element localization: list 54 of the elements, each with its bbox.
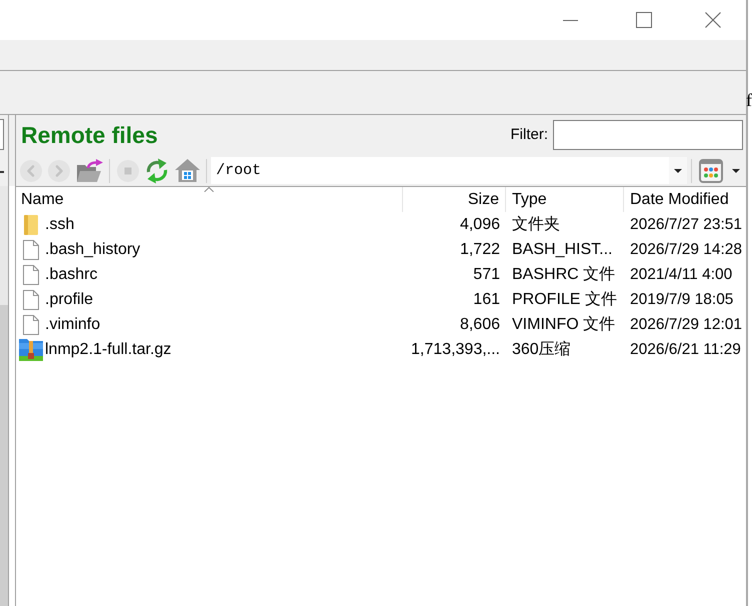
caret-icon xyxy=(732,168,740,172)
file-name[interactable]: .profile xyxy=(45,290,94,308)
refresh-icon xyxy=(144,158,170,184)
folder-arrow-icon xyxy=(76,158,102,182)
pane-title: Remote files xyxy=(21,122,158,148)
forward-icon xyxy=(48,160,70,182)
file-icon xyxy=(23,240,39,260)
column-header[interactable]: Type xyxy=(506,187,624,212)
folder-icon xyxy=(24,214,38,234)
file-name[interactable]: .ssh xyxy=(45,216,74,234)
column-header[interactable]: Name xyxy=(16,187,403,212)
date-modified: 2026/7/29 12:01 xyxy=(630,316,742,334)
file-icon xyxy=(23,314,39,334)
file-size: 1,722 xyxy=(460,240,500,258)
file-icon xyxy=(23,264,39,284)
file-name[interactable]: .bashrc xyxy=(45,266,98,284)
stop-icon xyxy=(117,160,139,182)
caret-icon xyxy=(674,168,682,172)
date-modified: 2026/7/27 23:51 xyxy=(630,216,742,234)
text-fragment: f xyxy=(746,90,752,110)
filter-label: Filter: xyxy=(510,126,548,144)
file-name[interactable]: lnmp2.1-full.tar.gz xyxy=(45,340,172,358)
file-type: PROFILE 文件 xyxy=(512,290,617,310)
file-icon xyxy=(23,290,39,310)
file-size: 571 xyxy=(473,266,500,284)
home-icon xyxy=(174,159,200,182)
column-header[interactable]: Size xyxy=(403,187,506,212)
path-field[interactable]: /root xyxy=(211,157,669,184)
file-name[interactable]: .bash_history xyxy=(45,240,140,258)
file-size: 4,096 xyxy=(460,216,500,234)
caret-icon xyxy=(0,171,4,173)
file-size: 1,713,393,... xyxy=(411,340,500,358)
grid-view-icon xyxy=(699,158,723,182)
file-type: BASH_HIST... xyxy=(512,240,612,258)
file-type: 360压缩 xyxy=(512,340,571,360)
date-modified: 2019/7/9 18:05 xyxy=(630,290,734,308)
date-modified: 2026/7/29 14:28 xyxy=(630,240,742,258)
column-header[interactable]: Date Modified xyxy=(624,187,745,212)
input-field[interactable] xyxy=(0,119,4,150)
file-size: 161 xyxy=(473,290,500,308)
filter-field[interactable] xyxy=(553,120,743,150)
file-type: 文件夹 xyxy=(512,214,560,235)
maximize-icon xyxy=(636,12,652,28)
file-name[interactable]: .viminfo xyxy=(45,316,100,334)
date-modified: 2026/6/21 11:29 xyxy=(630,340,741,358)
file-type: VIMINFO 文件 xyxy=(512,314,616,335)
date-modified: 2021/4/11 4:00 xyxy=(630,266,732,284)
path-dropdown-button[interactable] xyxy=(669,157,687,184)
file-size: 8,606 xyxy=(460,316,500,334)
back-icon xyxy=(20,160,42,182)
archive-icon xyxy=(19,338,43,360)
scrollbar-thumb[interactable] xyxy=(0,305,8,606)
close-icon xyxy=(705,12,721,28)
file-type: BASHRC 文件 xyxy=(512,264,616,285)
